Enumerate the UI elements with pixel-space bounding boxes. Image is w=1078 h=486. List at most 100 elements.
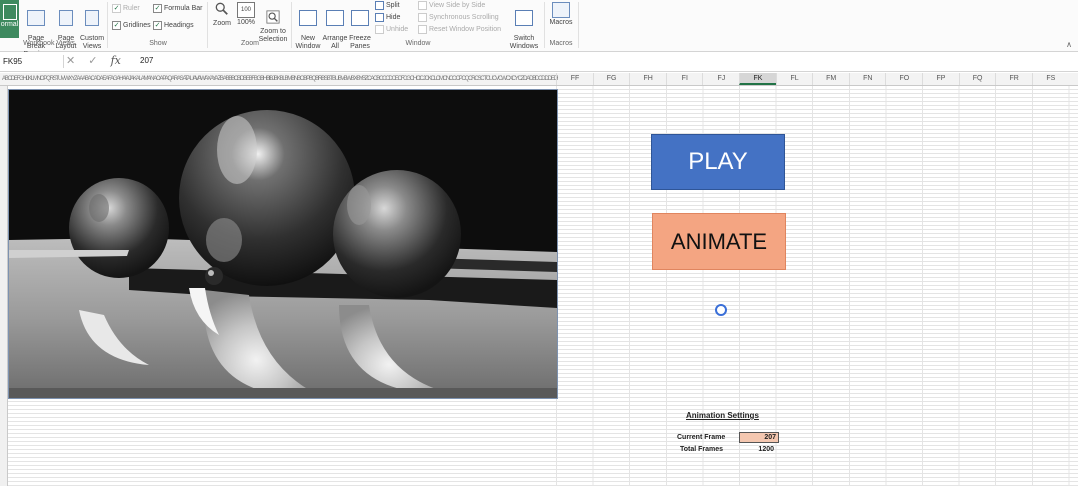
switch-windows-icon (515, 10, 533, 26)
ruler-label: Ruler (123, 5, 140, 12)
ruler-checkbox[interactable]: ✓ Ruler (112, 4, 140, 13)
new-window-button[interactable]: New Window (294, 2, 322, 51)
split-icon (375, 1, 384, 10)
new-window-label: New Window (295, 35, 321, 50)
hide-label: Hide (386, 14, 401, 21)
collapse-ribbon-icon[interactable]: ∧ (1066, 40, 1072, 49)
formula-bar-check-icon: ✓ (153, 4, 162, 13)
hundred-icon: 100 (237, 2, 255, 18)
headings-label: Headings (164, 22, 194, 29)
show-group-label: Show (149, 40, 167, 47)
zoom-group-label: Zoom (241, 40, 259, 47)
animate-button[interactable]: ANIMATE (652, 213, 786, 270)
divider (107, 2, 108, 48)
normal-view-button[interactable]: ormal (0, 0, 19, 38)
view-side-by-side-label: View Side by Side (429, 2, 486, 9)
column-header-fq[interactable]: FQ (958, 73, 996, 85)
column-header-fg[interactable]: FG (592, 73, 630, 85)
column-headers[interactable]: ABCDEFGHIJKLMNOPQRSTUVWXYZAAABACADAEAFAG… (0, 73, 1078, 86)
switch-windows-label: Switch Windows (509, 35, 539, 50)
gridlines-checkbox[interactable]: ✓ Gridlines (112, 21, 151, 30)
column-header-ff[interactable]: FF (556, 73, 593, 85)
column-header-fs[interactable]: FS (1031, 73, 1069, 85)
switch-windows-button[interactable]: Switch Windows (507, 2, 541, 51)
zoom-to-selection-button[interactable]: Zoom to Selection (258, 2, 288, 44)
zoom-label: Zoom (213, 20, 231, 27)
raytraced-image (8, 89, 558, 399)
column-header-fm[interactable]: FM (812, 73, 849, 85)
zoom-button[interactable]: Zoom (211, 2, 233, 28)
arrange-all-label: Arrange All (322, 35, 348, 50)
page-break-icon (27, 10, 45, 26)
formula-controls: ✕ ✓ fx (66, 54, 131, 67)
arrange-all-icon (326, 10, 344, 26)
reset-window-position-button[interactable]: Reset Window Position (418, 25, 501, 34)
macros-label: Macros (549, 19, 573, 26)
busy-cursor-icon (715, 304, 727, 316)
divider (207, 2, 208, 48)
total-frames-cell[interactable]: 1200 (738, 446, 774, 453)
column-header-fp[interactable]: FP (922, 73, 959, 85)
macros-button[interactable]: Macros (548, 2, 574, 27)
divider (291, 2, 292, 48)
column-header-fk[interactable]: FK (739, 73, 776, 85)
raytraced-scene (9, 90, 557, 398)
page-layout-icon (59, 10, 73, 26)
column-header-fr[interactable]: FR (995, 73, 1032, 85)
zoom-selection-icon (266, 10, 280, 24)
column-header-fl[interactable]: FL (775, 73, 813, 85)
name-box[interactable]: FK95 (0, 55, 64, 68)
enter-icon[interactable]: ✓ (88, 55, 97, 67)
custom-views-icon (85, 10, 99, 26)
hide-icon (375, 13, 384, 22)
ruler-check-icon: ✓ (112, 4, 121, 13)
macros-icon (552, 2, 570, 18)
reset-window-position-label: Reset Window Position (429, 26, 501, 33)
hide-button[interactable]: Hide (375, 13, 400, 22)
synchronous-scrolling-label: Synchronous Scrolling (429, 14, 499, 21)
headings-checkbox[interactable]: ✓ Headings (153, 21, 194, 30)
new-window-icon (299, 10, 317, 26)
animation-settings-title: Animation Settings (686, 411, 759, 420)
formula-bar-checkbox[interactable]: ✓ Formula Bar (153, 4, 203, 13)
normal-view-icon (2, 4, 17, 20)
formula-input[interactable]: 207 (140, 56, 153, 65)
divider (578, 2, 579, 48)
current-frame-label: Current Frame (677, 434, 726, 441)
narrow-column-headers[interactable]: ABCDEFGHIJKLMNOPQRSTUVWXYZAAABACADAEAFAG… (2, 73, 558, 85)
gridlines-label: Gridlines (123, 22, 151, 29)
workbook-views-group-label: Workbook Views (23, 40, 75, 47)
freeze-panes-button[interactable]: Freeze Panes (348, 2, 372, 51)
side-by-side-icon (418, 1, 427, 10)
view-side-by-side-button[interactable]: View Side by Side (418, 1, 485, 10)
zoom-100-label: 100% (237, 19, 255, 26)
split-button[interactable]: Split (375, 1, 400, 10)
play-button[interactable]: PLAY (651, 134, 785, 190)
current-frame-cell[interactable]: 207 (739, 432, 779, 443)
reset-position-icon (418, 25, 427, 34)
freeze-panes-label: Freeze Panes (349, 35, 371, 50)
magnifier-icon (215, 2, 228, 15)
unhide-button[interactable]: Unhide (375, 25, 408, 34)
column-header-fh[interactable]: FH (629, 73, 666, 85)
split-label: Split (386, 2, 400, 9)
window-group-label: Window (405, 40, 431, 47)
column-header-fi[interactable]: FI (665, 73, 703, 85)
divider (544, 2, 545, 48)
cancel-icon[interactable]: ✕ (66, 55, 75, 67)
column-header-fj[interactable]: FJ (702, 73, 739, 85)
custom-views-label: Custom Views (79, 35, 105, 50)
column-header-fo[interactable]: FO (885, 73, 922, 85)
column-header-fn[interactable]: FN (848, 73, 886, 85)
synchronous-scrolling-button[interactable]: Synchronous Scrolling (418, 13, 499, 22)
row-headers[interactable] (0, 86, 8, 486)
unhide-icon (375, 25, 384, 34)
custom-views-button[interactable]: Custom Views (78, 2, 106, 51)
zoom-100-button[interactable]: 100 100% (235, 2, 257, 27)
arrange-all-button[interactable]: Arrange All (322, 2, 348, 51)
page-break-preview-button[interactable]: Page Break Preview (20, 2, 52, 59)
insert-function-icon[interactable]: fx (111, 54, 121, 67)
macros-group-label: Macros (549, 40, 573, 47)
ribbon: ormal Page Break Preview Page Layout Cus… (0, 0, 1078, 58)
total-frames-label: Total Frames (680, 446, 724, 453)
